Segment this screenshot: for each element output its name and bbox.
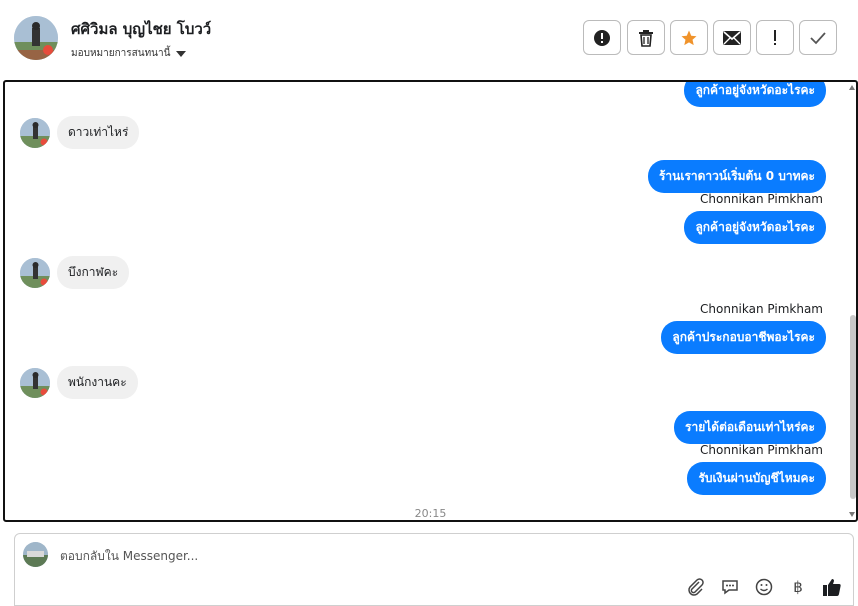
contact-avatar[interactable] [14, 16, 58, 60]
check-icon [810, 31, 826, 44]
message-bubble-incoming: ดาวเท่าไหร่ [57, 116, 140, 149]
message-incoming: ดาวเท่าไหร่ [20, 116, 140, 149]
mark-important-button[interactable] [583, 20, 621, 55]
message-bubble-outgoing: ลูกค้าประกอบอาชีพอะไรคะ [661, 321, 826, 354]
reply-composer: ฿ [14, 533, 854, 606]
important-icon [594, 29, 610, 46]
contact-avatar-small[interactable] [20, 367, 50, 398]
assign-label: มอบหมายการสนทนานี้ [71, 48, 171, 59]
sender-name: Chonnikan Pimkham [700, 443, 823, 457]
contact-avatar-small[interactable] [20, 257, 50, 288]
message-bubble-outgoing: ร้านเราดาวน์เริ่มต้น 0 บาทคะ [647, 160, 826, 193]
emoji-button[interactable] [753, 576, 775, 598]
flag-icon [774, 29, 776, 45]
report-button[interactable] [756, 20, 794, 55]
contact-name: ศศิวิมล บุญไชย โบวว์ [71, 20, 212, 38]
mark-unread-button[interactable] [713, 20, 751, 55]
message-thread[interactable]: ลูกค้าอยู่จังหวัดอะไรคะ ดาวเท่าไหร่ ร้าน… [3, 80, 858, 522]
message-bubble-outgoing: ลูกค้าอยู่จังหวัดอะไรคะ [684, 211, 826, 244]
scrollbar[interactable] [849, 82, 856, 520]
scroll-down-icon[interactable] [849, 512, 855, 517]
message-incoming: บึงกาฬคะ [20, 256, 130, 289]
mark-done-button[interactable] [799, 20, 837, 55]
payment-button[interactable]: ฿ [787, 576, 809, 598]
message-incoming: พนักงานคะ [20, 366, 138, 399]
reply-input[interactable] [60, 546, 560, 566]
saved-replies-button[interactable] [719, 576, 741, 598]
sender-name: Chonnikan Pimkham [700, 302, 823, 316]
composer-toolbar: ฿ [685, 576, 843, 598]
caret-down-icon [176, 50, 187, 57]
message-bubble-incoming: บึงกาฬคะ [57, 256, 130, 289]
attachment-icon [688, 578, 704, 596]
message-bubble-outgoing: รายได้ต่อเดือนเท่าไหร่คะ [674, 411, 826, 444]
contact-avatar-small[interactable] [20, 117, 50, 148]
scroll-up-icon[interactable] [849, 85, 855, 90]
message-timestamp: 20:15 [414, 507, 447, 520]
message-bubble-outgoing: รับเงินผ่านบัญชีไหมคะ [687, 462, 826, 495]
thumbs-up-icon [823, 579, 841, 596]
saved-reply-icon [722, 580, 738, 595]
page-avatar [23, 542, 48, 567]
star-button[interactable] [670, 20, 708, 55]
sender-name: Chonnikan Pimkham [700, 192, 823, 206]
scrollbar-thumb[interactable] [850, 315, 856, 499]
delete-button[interactable] [627, 20, 665, 55]
mail-icon [723, 30, 741, 45]
currency-icon: ฿ [793, 578, 803, 596]
trash-icon [639, 29, 653, 47]
message-bubble-incoming: พนักงานคะ [57, 366, 138, 399]
attach-button[interactable] [685, 576, 707, 598]
like-button[interactable] [821, 576, 843, 598]
message-bubble-outgoing: ลูกค้าอยู่จังหวัดอะไรคะ [684, 82, 826, 107]
assign-conversation-dropdown[interactable]: มอบหมายการสนทนานี้ [71, 46, 187, 61]
star-icon [681, 30, 697, 45]
emoji-icon [755, 578, 773, 596]
conversation-header: ศศิวิมล บุญไชย โบวว์ มอบหมายการสนทนานี้ [0, 0, 858, 80]
